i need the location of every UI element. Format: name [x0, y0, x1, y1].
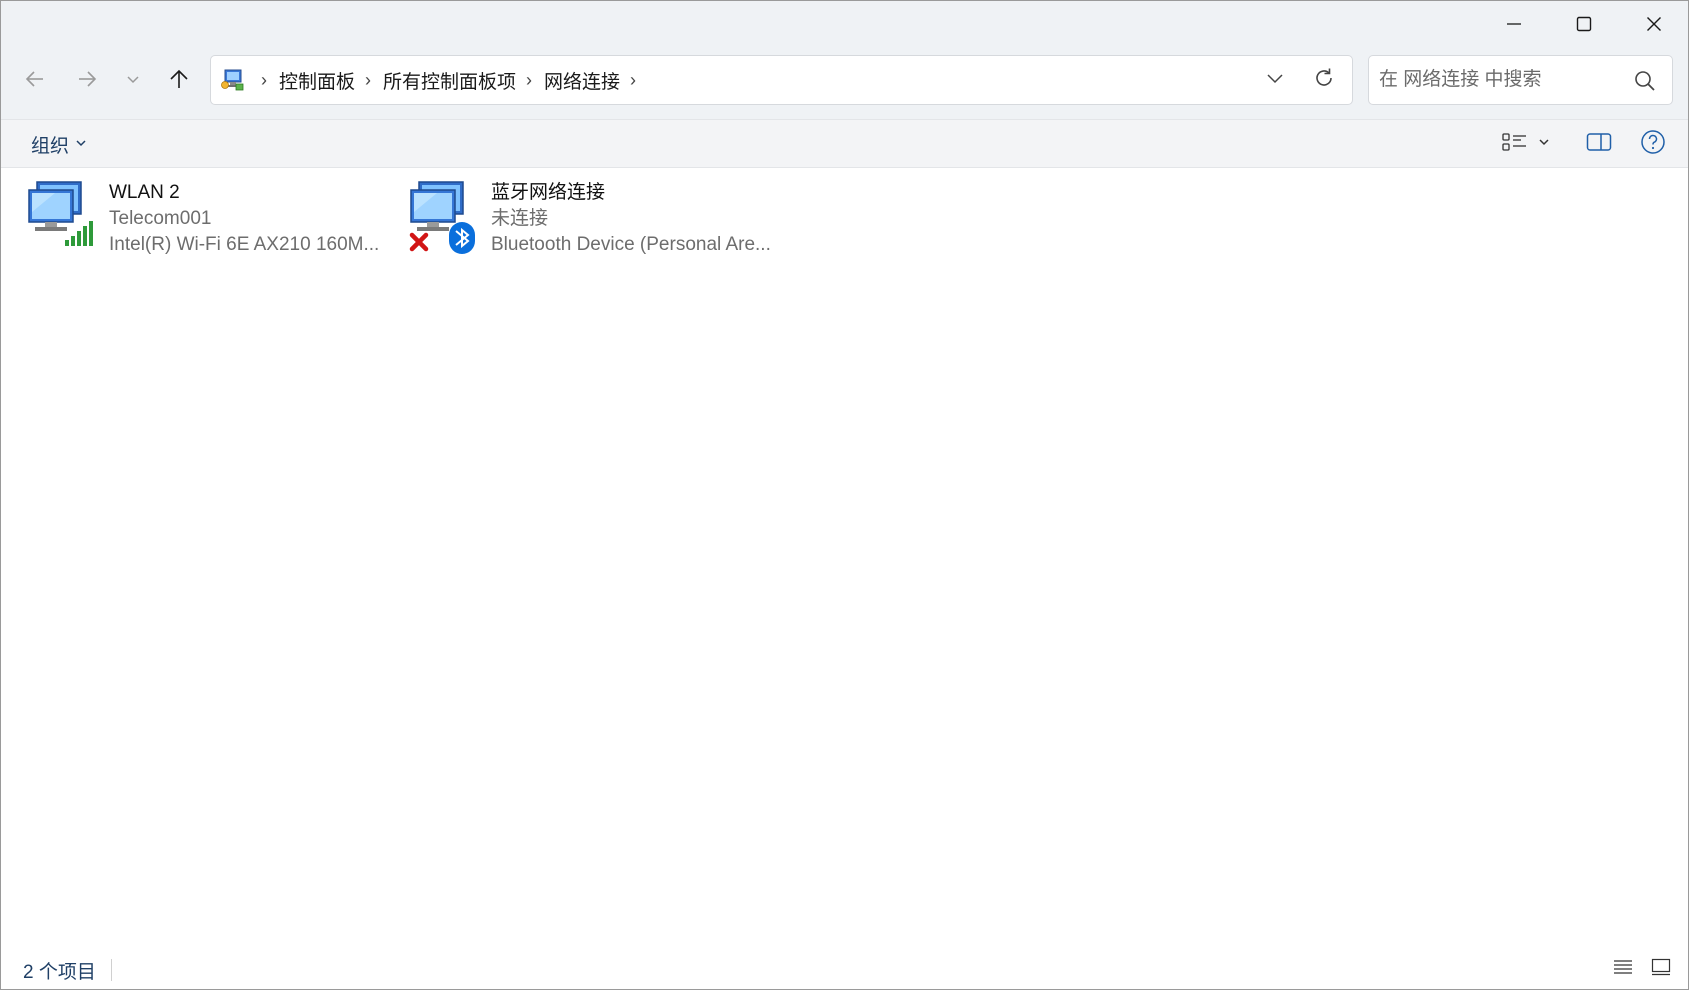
close-icon	[1646, 16, 1662, 32]
search-icon[interactable]	[1633, 69, 1657, 93]
error-x-icon	[409, 232, 429, 252]
change-view-button[interactable]	[1495, 128, 1557, 160]
connection-name: WLAN 2	[109, 182, 180, 203]
breadcrumb-separator[interactable]: ›	[365, 70, 371, 91]
connection-device: Bluetooth Device (Personal Are...	[491, 234, 771, 255]
breadcrumb-separator[interactable]: ›	[526, 70, 532, 91]
breadcrumb-separator[interactable]: ›	[630, 70, 636, 91]
up-button[interactable]	[161, 63, 197, 99]
chevron-down-icon	[1265, 68, 1285, 93]
breadcrumb-separator[interactable]: ›	[261, 70, 267, 91]
minimize-button[interactable]	[1479, 1, 1549, 47]
close-button[interactable]	[1619, 1, 1688, 47]
maximize-icon	[1576, 16, 1592, 32]
network-computer-wifi-icon	[25, 178, 101, 258]
tiles-view-icon	[1651, 958, 1671, 981]
list-view-icon	[1502, 132, 1528, 157]
forward-button[interactable]	[69, 63, 105, 99]
details-view-icon	[1613, 958, 1633, 981]
breadcrumb-control-panel[interactable]: 控制面板	[279, 67, 355, 94]
status-divider	[111, 959, 112, 981]
organize-button[interactable]: 组织	[25, 128, 93, 160]
connection-status: 未连接	[491, 208, 549, 229]
bluetooth-icon	[449, 222, 475, 254]
breadcrumb-network-connections[interactable]: 网络连接	[544, 67, 620, 94]
chevron-down-icon	[1538, 135, 1550, 153]
connection-device: Intel(R) Wi-Fi 6E AX210 160M...	[109, 234, 380, 255]
breadcrumb: › 控制面板 › 所有控制面板项 › 网络连接 ›	[251, 56, 648, 104]
organize-label: 组织	[31, 135, 70, 157]
preview-pane-icon	[1586, 132, 1612, 157]
arrow-left-icon	[24, 68, 46, 95]
search-input[interactable]	[1379, 56, 1619, 104]
navigation-bar: › 控制面板 › 所有控制面板项 › 网络连接 ›	[1, 47, 1688, 119]
control-panel-icon	[221, 69, 245, 91]
refresh-icon	[1313, 67, 1335, 94]
connections-list[interactable]: WLAN 2 Telecom001 Intel(R) Wi-Fi 6E AX21…	[1, 168, 1688, 948]
status-bar: 2 个项目	[1, 948, 1688, 989]
help-button[interactable]	[1633, 128, 1673, 160]
connection-name: 蓝牙网络连接	[491, 182, 606, 203]
chevron-down-icon	[125, 71, 141, 92]
help-icon	[1640, 129, 1666, 160]
minimize-icon	[1506, 16, 1522, 32]
search-box[interactable]	[1368, 55, 1673, 105]
back-button[interactable]	[17, 63, 53, 99]
list-item-bluetooth-network[interactable]: 蓝牙网络连接 未连接 Bluetooth Device (Personal Ar…	[407, 178, 787, 262]
address-history-button[interactable]	[1263, 68, 1287, 92]
preview-pane-button[interactable]	[1579, 128, 1619, 160]
recent-locations-button[interactable]	[115, 63, 151, 99]
arrow-up-icon	[168, 68, 190, 95]
connection-status: Telecom001	[109, 208, 212, 229]
refresh-button[interactable]	[1311, 67, 1337, 93]
title-bar[interactable]	[1, 1, 1688, 47]
arrow-right-icon	[76, 68, 98, 95]
chevron-down-icon	[75, 133, 87, 155]
item-count: 2 个项目	[23, 962, 96, 983]
address-bar[interactable]: › 控制面板 › 所有控制面板项 › 网络连接 ›	[210, 55, 1353, 105]
details-view-button[interactable]	[1611, 958, 1635, 980]
network-computer-bluetooth-icon	[407, 178, 483, 258]
maximize-button[interactable]	[1549, 1, 1619, 47]
large-icons-view-button[interactable]	[1649, 958, 1673, 980]
list-item-wlan-2[interactable]: WLAN 2 Telecom001 Intel(R) Wi-Fi 6E AX21…	[25, 178, 385, 262]
breadcrumb-all-control-panel-items[interactable]: 所有控制面板项	[383, 67, 516, 94]
command-bar: 组织	[1, 119, 1688, 168]
explorer-window: › 控制面板 › 所有控制面板项 › 网络连接 › 在 网络连接 中搜索 组织 …	[0, 0, 1689, 990]
